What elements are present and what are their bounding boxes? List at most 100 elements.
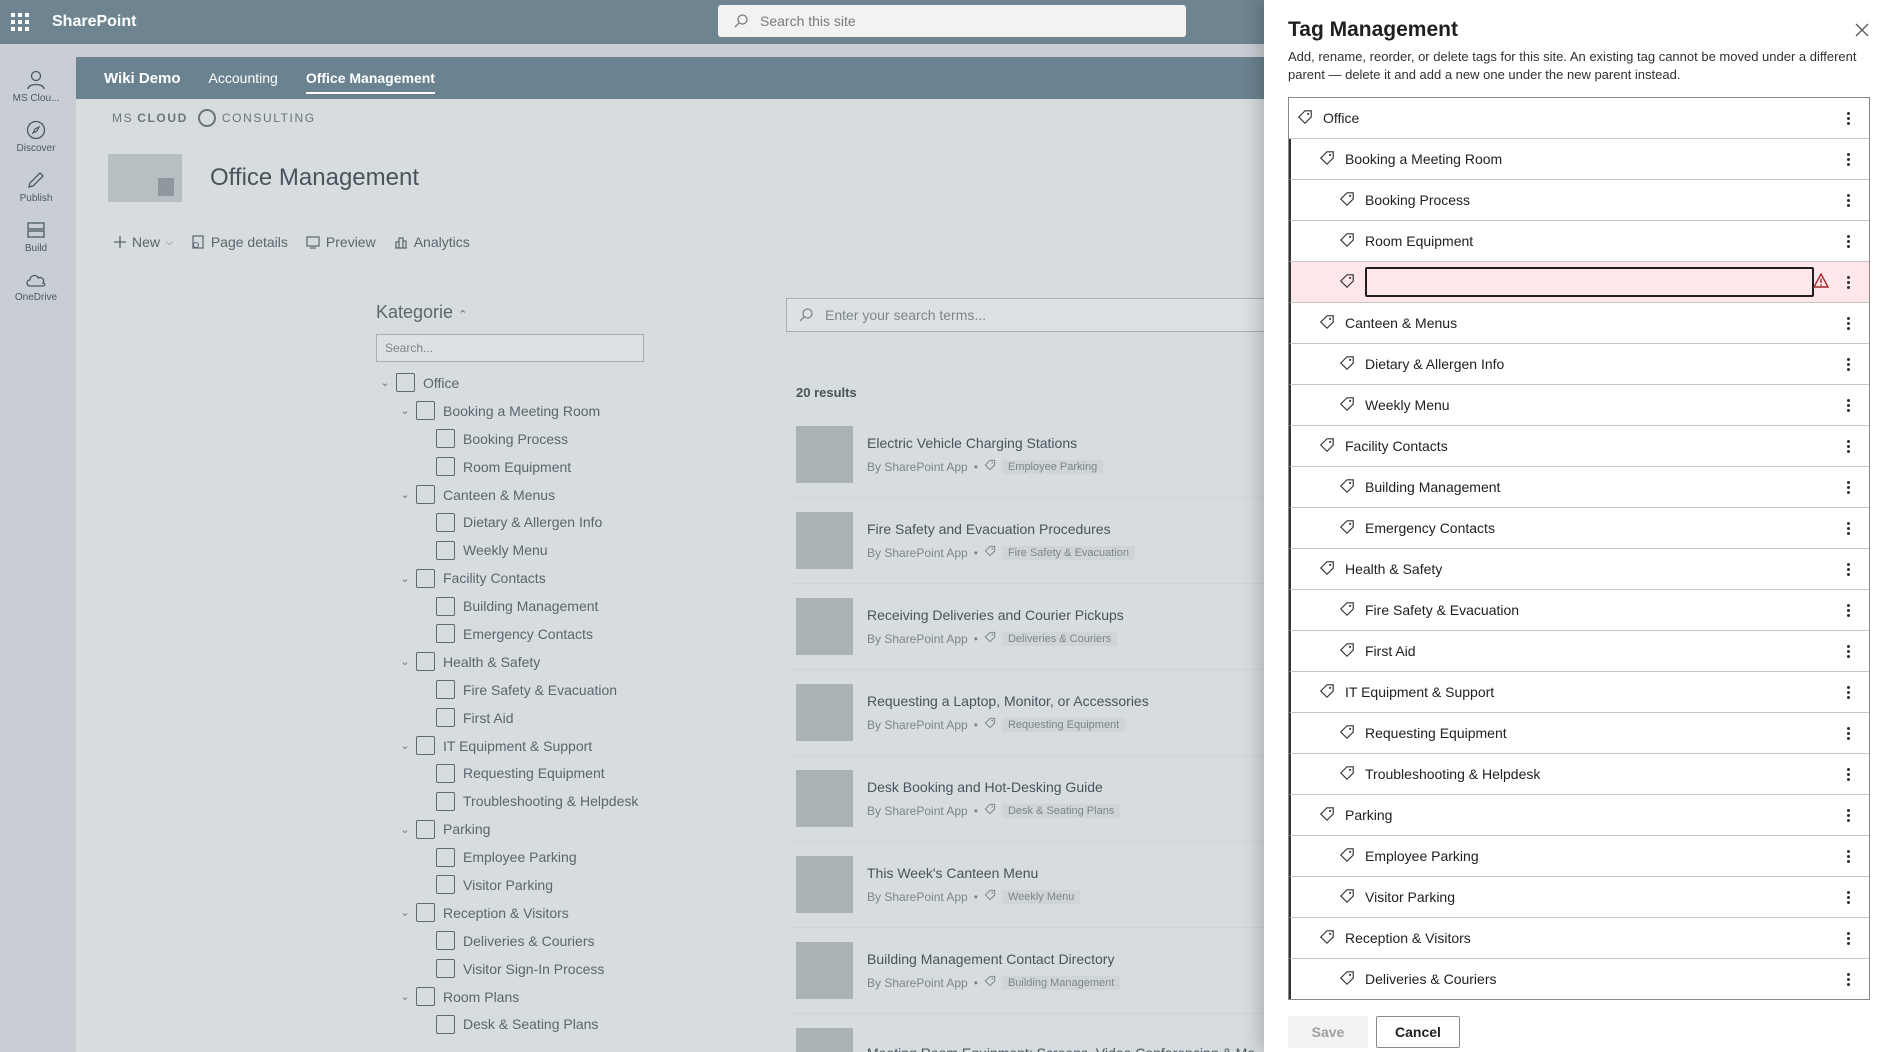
- new-button[interactable]: New ⌵: [114, 234, 173, 250]
- filter-tree-node[interactable]: Dietary & Allergen Info: [376, 508, 638, 536]
- filter-checkbox[interactable]: [416, 819, 435, 839]
- more-options-icon[interactable]: [1839, 559, 1857, 579]
- chevron-down-icon[interactable]: ⌄: [396, 739, 414, 752]
- tag-row[interactable]: IT Equipment & Support: [1289, 672, 1869, 713]
- tag-name-input[interactable]: [1365, 267, 1814, 297]
- filter-checkbox[interactable]: [396, 373, 415, 393]
- result-title[interactable]: Requesting a Laptop, Monitor, or Accesso…: [867, 693, 1149, 709]
- result-item[interactable]: This Week's Canteen Menu By SharePoint Ap…: [788, 842, 1266, 928]
- filter-tree-node[interactable]: ⌄ Canteen & Menus: [376, 481, 638, 509]
- filter-tree-node[interactable]: Requesting Equipment: [376, 759, 638, 787]
- page-details-button[interactable]: Page details: [191, 234, 288, 250]
- result-item[interactable]: Meeting Room Equipment: Screens, Video C…: [788, 1014, 1266, 1052]
- more-options-icon[interactable]: [1839, 477, 1857, 497]
- more-options-icon[interactable]: [1839, 436, 1857, 456]
- filter-tree-node[interactable]: Emergency Contacts: [376, 620, 638, 648]
- tag-row[interactable]: Health & Safety: [1289, 549, 1869, 590]
- filter-tree-node[interactable]: Deliveries & Couriers: [376, 927, 638, 955]
- filter-tree-node[interactable]: Booking Process: [376, 425, 638, 453]
- filter-tree-node[interactable]: Visitor Parking: [376, 871, 638, 899]
- more-options-icon[interactable]: [1839, 272, 1857, 292]
- more-options-icon[interactable]: [1839, 682, 1857, 702]
- appbar-build[interactable]: Build: [0, 212, 72, 262]
- sharepoint-brand[interactable]: SharePoint: [52, 13, 136, 31]
- chevron-down-icon[interactable]: ⌄: [396, 990, 414, 1003]
- tag-row[interactable]: Dietary & Allergen Info: [1289, 344, 1869, 385]
- result-title[interactable]: Desk Booking and Hot-Desking Guide: [867, 779, 1120, 795]
- filter-checkbox[interactable]: [436, 875, 455, 895]
- filter-tree-node[interactable]: Weekly Menu: [376, 536, 638, 564]
- more-options-icon[interactable]: [1839, 149, 1857, 169]
- filter-tree-node[interactable]: Troubleshooting & Helpdesk: [376, 787, 638, 815]
- result-title[interactable]: Receiving Deliveries and Courier Pickups: [867, 607, 1124, 623]
- chevron-down-icon[interactable]: ⌄: [396, 488, 414, 501]
- filter-checkbox[interactable]: [436, 512, 455, 532]
- more-options-icon[interactable]: [1839, 969, 1857, 989]
- filter-tree-node[interactable]: Employee Parking: [376, 843, 638, 871]
- filter-tree-node[interactable]: ⌄ IT Equipment & Support: [376, 732, 638, 760]
- more-options-icon[interactable]: [1839, 231, 1857, 251]
- filter-checkbox[interactable]: [416, 987, 435, 1007]
- filter-tree-node[interactable]: ⌄ Office: [376, 369, 638, 397]
- filter-checkbox[interactable]: [436, 429, 455, 449]
- tag-row[interactable]: Canteen & Menus: [1289, 303, 1869, 344]
- result-tag[interactable]: Desk & Seating Plans: [1001, 803, 1121, 818]
- result-item[interactable]: Electric Vehicle Charging Stations By Sha…: [788, 412, 1266, 498]
- filter-checkbox[interactable]: [436, 847, 455, 867]
- more-options-icon[interactable]: [1839, 354, 1857, 374]
- filter-checkbox[interactable]: [416, 401, 435, 421]
- result-item[interactable]: Receiving Deliveries and Courier Pickups…: [788, 584, 1266, 670]
- appbar-profile[interactable]: MS Clou...: [0, 62, 72, 112]
- filter-tree-node[interactable]: ⌄ Booking a Meeting Room: [376, 397, 638, 425]
- tag-row[interactable]: Building Management: [1289, 467, 1869, 508]
- filter-checkbox[interactable]: [436, 931, 455, 951]
- cancel-button[interactable]: Cancel: [1376, 1016, 1460, 1048]
- tag-row[interactable]: Room Equipment: [1289, 221, 1869, 262]
- more-options-icon[interactable]: [1839, 887, 1857, 907]
- filter-tree-node[interactable]: Room Equipment: [376, 453, 638, 481]
- filter-checkbox[interactable]: [416, 485, 435, 504]
- filter-checkbox[interactable]: [416, 903, 435, 923]
- hubnav-item-accounting[interactable]: Accounting: [209, 70, 278, 86]
- filter-checkbox[interactable]: [416, 736, 435, 756]
- more-options-icon[interactable]: [1839, 600, 1857, 620]
- filter-tree-node[interactable]: Visitor Sign-In Process: [376, 955, 638, 983]
- filter-checkbox[interactable]: [416, 652, 435, 672]
- more-options-icon[interactable]: [1839, 108, 1857, 128]
- result-item[interactable]: Requesting a Laptop, Monitor, or Accesso…: [788, 670, 1266, 756]
- chevron-down-icon[interactable]: ⌄: [396, 906, 414, 919]
- tag-row[interactable]: Visitor Parking: [1289, 877, 1869, 918]
- site-search-box[interactable]: Search this site: [718, 5, 1186, 37]
- more-options-icon[interactable]: [1839, 928, 1857, 948]
- result-title[interactable]: This Week's Canteen Menu: [867, 865, 1080, 881]
- result-title[interactable]: Fire Safety and Evacuation Procedures: [867, 521, 1135, 537]
- tag-row[interactable]: Requesting Equipment: [1289, 713, 1869, 754]
- filter-checkbox[interactable]: [436, 624, 455, 644]
- result-tag[interactable]: Deliveries & Couriers: [1001, 631, 1118, 646]
- more-options-icon[interactable]: [1839, 395, 1857, 415]
- more-options-icon[interactable]: [1839, 641, 1857, 661]
- appbar-publish[interactable]: Publish: [0, 162, 72, 212]
- result-item[interactable]: Fire Safety and Evacuation Procedures By …: [788, 498, 1266, 584]
- more-options-icon[interactable]: [1839, 805, 1857, 825]
- site-logo[interactable]: MS CLOUD CONSULTING: [112, 109, 316, 127]
- chevron-down-icon[interactable]: ⌄: [396, 572, 414, 585]
- more-options-icon[interactable]: [1839, 723, 1857, 743]
- filter-search-input[interactable]: Search...: [376, 334, 644, 362]
- filter-checkbox[interactable]: [436, 959, 455, 979]
- filter-checkbox[interactable]: [436, 540, 455, 560]
- appbar-discover[interactable]: Discover: [0, 112, 72, 162]
- more-options-icon[interactable]: [1839, 518, 1857, 538]
- tag-row[interactable]: Reception & Visitors: [1289, 918, 1869, 959]
- result-item[interactable]: Building Management Contact Directory By …: [788, 928, 1266, 1014]
- analytics-button[interactable]: Analytics: [394, 234, 470, 250]
- tag-row[interactable]: Facility Contacts: [1289, 426, 1869, 467]
- chevron-down-icon[interactable]: ⌄: [396, 823, 414, 836]
- filter-tree-node[interactable]: ⌄ Room Plans: [376, 983, 638, 1011]
- filter-tree-node[interactable]: ⌄ Reception & Visitors: [376, 899, 638, 927]
- result-tag[interactable]: Weekly Menu: [1001, 889, 1081, 904]
- filter-tree-node[interactable]: ⌄ Parking: [376, 815, 638, 843]
- tag-row[interactable]: Booking a Meeting Room: [1289, 139, 1869, 180]
- results-search-input[interactable]: Enter your search terms...: [786, 298, 1266, 332]
- filter-checkbox[interactable]: [436, 680, 455, 700]
